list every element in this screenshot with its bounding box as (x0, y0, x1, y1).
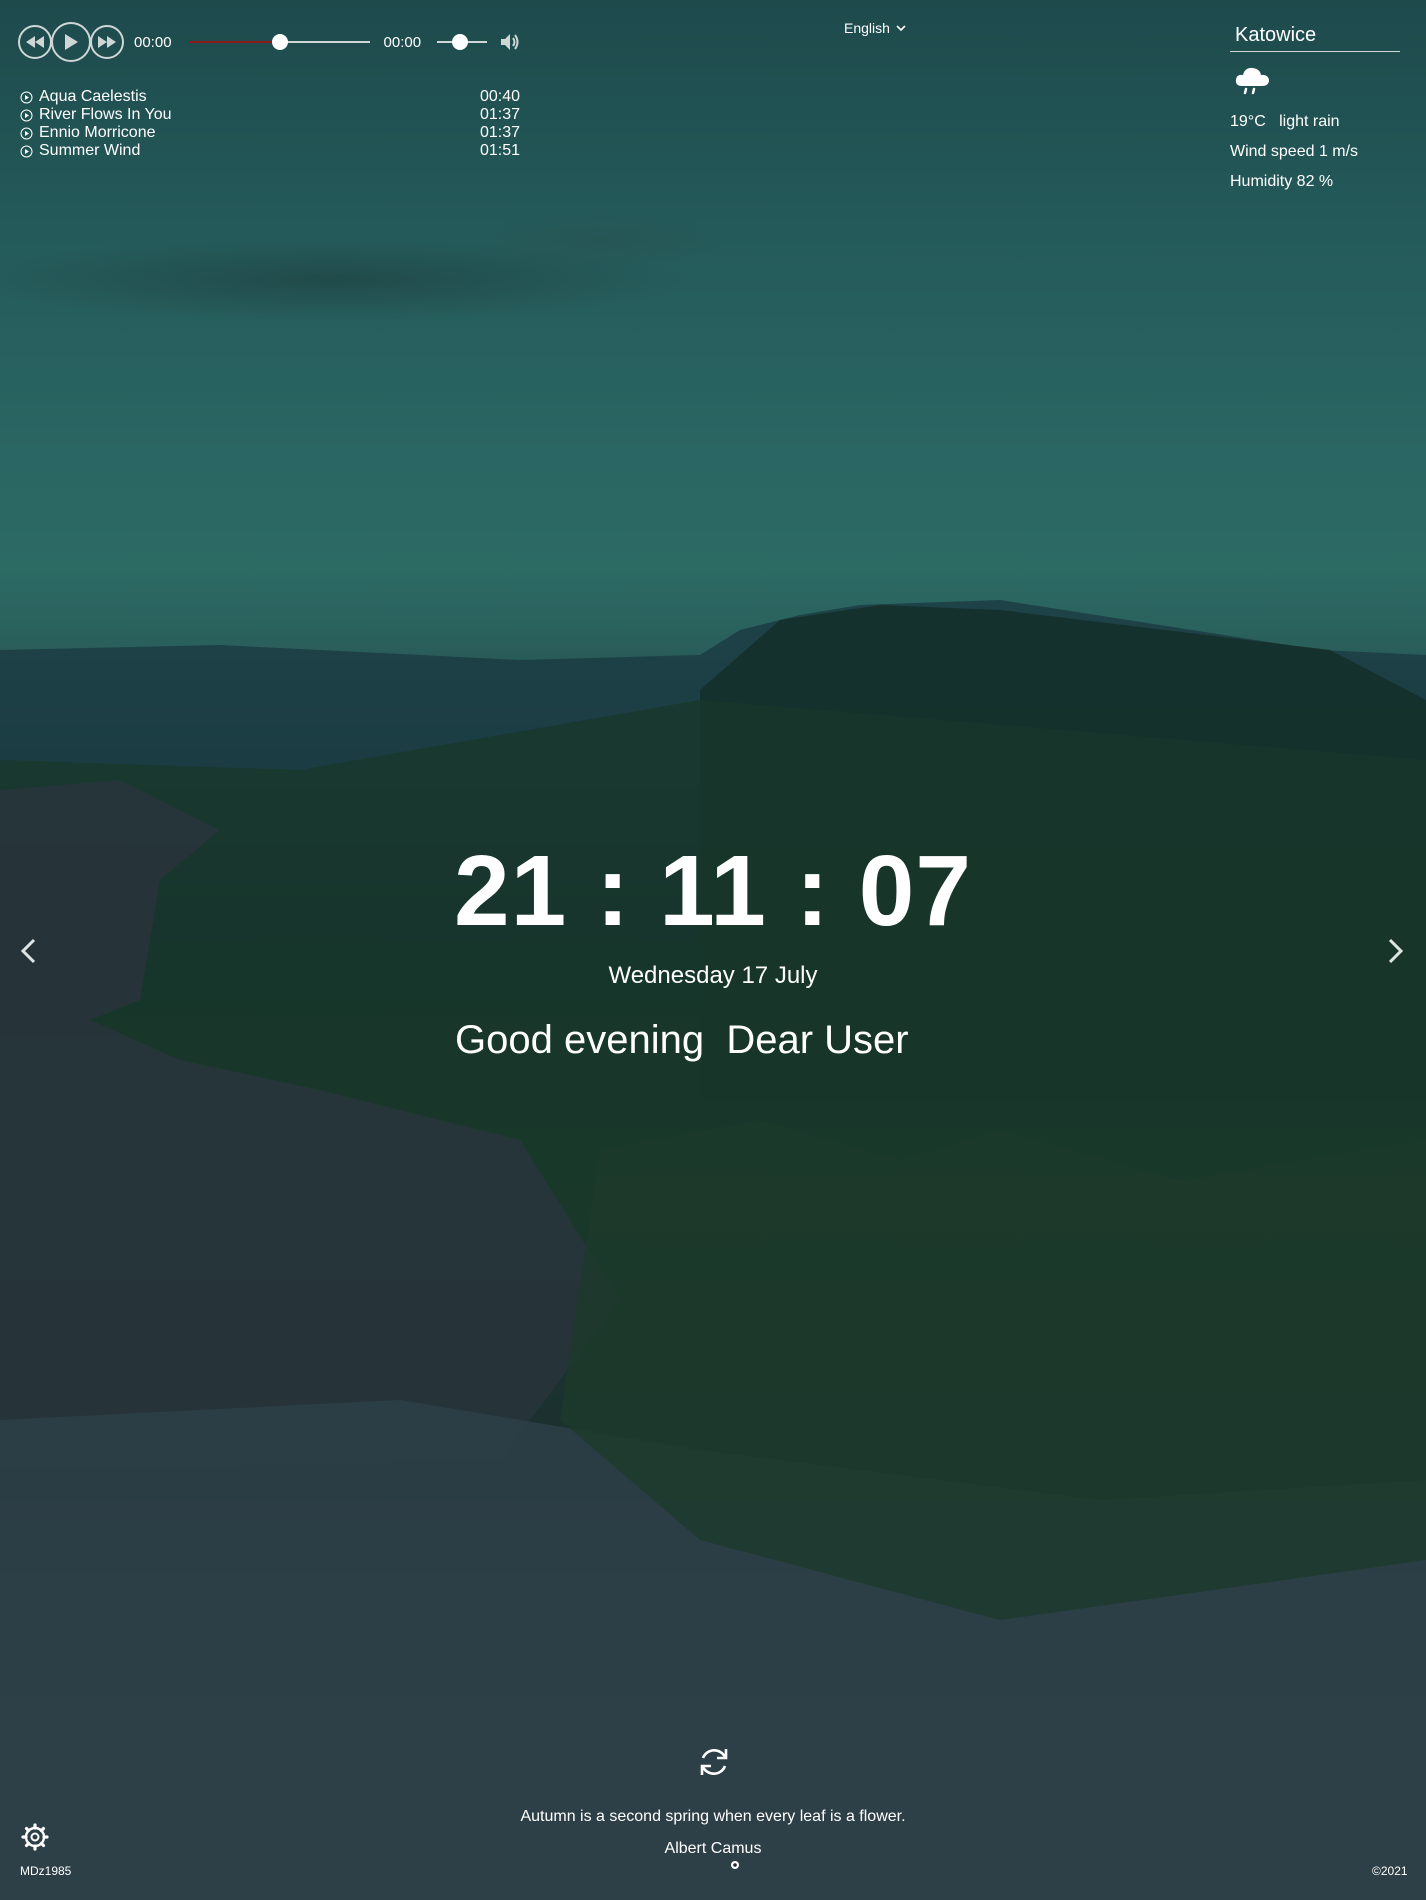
chevron-down-icon (896, 24, 906, 31)
language-selected: English (844, 20, 890, 36)
quote-text: Autumn is a second spring when every lea… (520, 1808, 906, 1825)
user-name-input[interactable]: Dear User (726, 1018, 908, 1062)
city-input[interactable]: Katowice (1230, 20, 1400, 52)
humidity: Humidity 82 % (1230, 173, 1334, 190)
progress-fill (189, 41, 280, 43)
track-time: 00:40 (479, 88, 520, 105)
copyright: ©2021 (1372, 1864, 1408, 1878)
date: Wednesday 17 July (608, 962, 818, 989)
track-title: River Flows In You (39, 106, 172, 123)
weather-widget: Katowice 19°C light rain Wind speed 1 m/… (1230, 20, 1400, 191)
rewind-icon (26, 36, 44, 48)
temperature: 19°C (1230, 113, 1266, 130)
track-time: 01:37 (479, 106, 520, 123)
track-title: Aqua Caelestis (39, 88, 147, 105)
footer-author-link[interactable]: MDz1985 (20, 1864, 71, 1878)
gear-icon[interactable] (20, 1822, 50, 1852)
play-icon (65, 34, 78, 50)
current-time: 00:00 (134, 33, 172, 51)
play-circle-icon (20, 127, 33, 139)
volume-icon[interactable] (499, 32, 521, 52)
play-circle-icon (20, 109, 33, 121)
wind-speed: Wind speed 1 m/s (1230, 143, 1359, 160)
volume-thumb[interactable] (451, 34, 468, 50)
clock: 21 : 11 : 07 (454, 835, 972, 947)
refresh-quote-icon[interactable] (696, 1744, 732, 1780)
next-track-button[interactable] (90, 25, 124, 59)
track-title: Summer Wind (39, 142, 141, 159)
track-time: 01:37 (479, 124, 520, 141)
progress-bar[interactable] (189, 34, 370, 50)
duration-time: 00:00 (383, 33, 422, 51)
playlist-item[interactable]: River Flows In You 01:37 (20, 106, 520, 124)
play-circle-icon (20, 91, 33, 103)
progress-thumb[interactable] (271, 34, 288, 50)
rain-cloud-icon (1235, 67, 1269, 95)
greeting-text: Good evening (455, 1018, 705, 1062)
play-button[interactable] (51, 22, 91, 62)
previous-track-button[interactable] (18, 25, 52, 59)
track-title: Ennio Morricone (39, 124, 156, 141)
rs-school-logo-icon[interactable] (730, 1860, 740, 1870)
volume-slider[interactable] (437, 34, 488, 50)
fast-forward-icon (98, 36, 116, 48)
track-time: 01:51 (479, 142, 520, 159)
audio-player: 00:00 00:00 (18, 22, 521, 62)
weather-description: light rain (1279, 113, 1340, 130)
weather-temp-desc: 19°C light rain (1230, 113, 1400, 131)
play-circle-icon (20, 145, 33, 157)
playlist: Aqua Caelestis 00:40 River Flows In You … (20, 88, 520, 160)
playlist-item[interactable]: Ennio Morricone 01:37 (20, 124, 520, 142)
playlist-item[interactable]: Aqua Caelestis 00:40 (20, 88, 520, 106)
language-select[interactable]: English (844, 20, 906, 36)
playlist-item[interactable]: Summer Wind 01:51 (20, 142, 520, 160)
quote-author: Albert Camus (664, 1840, 762, 1857)
background-landscape (0, 600, 1426, 1900)
greeting: Good evening Dear User (455, 1018, 909, 1063)
